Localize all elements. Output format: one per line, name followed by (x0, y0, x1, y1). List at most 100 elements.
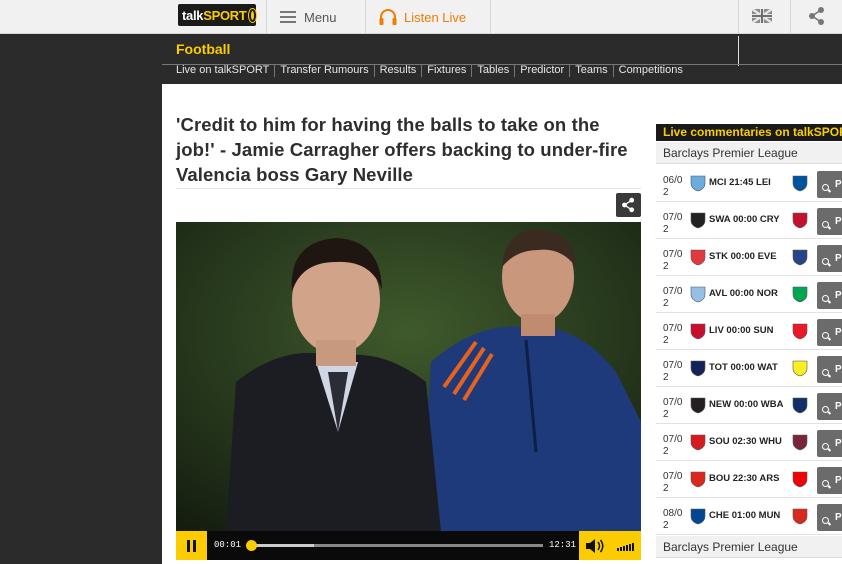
search-icon (822, 406, 829, 413)
away-crest-icon (792, 434, 808, 451)
search-icon (822, 258, 829, 265)
search-icon (822, 221, 829, 228)
home-crest-icon (690, 249, 706, 266)
divider (266, 0, 267, 34)
headline-divider (176, 188, 641, 189)
fixture-date: 07/0 2 (663, 323, 683, 346)
fixture-play-button[interactable]: P (817, 208, 842, 235)
volume-button[interactable] (579, 531, 610, 560)
fixture-play-button[interactable]: P (817, 356, 842, 383)
subnav-item-results[interactable]: Results (373, 64, 422, 77)
fixture-row[interactable]: 07/0 2 SOU 02:30 WHU P (656, 424, 842, 461)
share-icon[interactable] (808, 6, 826, 26)
menu-label: Menu (304, 9, 337, 25)
fixture-date: 07/0 2 (663, 360, 683, 383)
listen-live-button[interactable]: Listen Live (378, 0, 466, 34)
fixture-row[interactable]: 07/0 2 LIV 00:00 SUN P (656, 313, 842, 350)
fixture-text: LIV 00:00 SUN (709, 325, 773, 336)
league-header: Barclays Premier League (656, 536, 842, 558)
fixture-text: SOU 02:30 WHU (709, 436, 782, 447)
fixture-text: CHE 01:00 MUN (709, 510, 780, 521)
away-team: WHU (759, 436, 782, 447)
share-icon (622, 197, 635, 213)
home-team: SWA (709, 214, 731, 225)
fixture-row[interactable]: 07/0 2 AVL 00:00 NOR P (656, 276, 842, 313)
away-team: MUN (758, 510, 781, 521)
play-label: P (835, 364, 842, 375)
fixture-date: 07/0 2 (663, 286, 683, 309)
divider (738, 36, 739, 66)
subnav-item-transfer-rumours[interactable]: Transfer Rumours (274, 64, 373, 77)
play-label: P (835, 438, 842, 449)
home-crest-icon (690, 286, 706, 303)
search-icon (822, 369, 829, 376)
fixture-date: 07/0 2 (663, 249, 683, 272)
search-icon (822, 332, 829, 339)
fixture-play-button[interactable]: P (817, 245, 842, 272)
fixture-play-button[interactable]: P (817, 430, 842, 457)
fixture-row[interactable]: 07/0 2 TOT 00:00 WAT P (656, 350, 842, 387)
pause-icon (193, 539, 196, 552)
subnav-item-fixtures[interactable]: Fixtures (421, 64, 471, 77)
fixture-play-button[interactable]: P (817, 319, 842, 346)
seek-handle[interactable] (246, 540, 257, 551)
pause-button[interactable] (176, 531, 207, 560)
subnav-item-teams[interactable]: Teams (569, 64, 612, 77)
search-icon (822, 295, 829, 302)
fixture-text: BOU 22:30 ARS (709, 473, 779, 484)
talksport-logo[interactable]: talkSPORT (178, 4, 256, 26)
away-crest-icon (792, 471, 808, 488)
subnav-item-live[interactable]: Live on talkSPORT (176, 64, 274, 77)
pause-icon (187, 539, 190, 552)
subnav-item-predictor[interactable]: Predictor (514, 64, 569, 77)
video-frame (176, 222, 641, 532)
fixture-text: STK 00:00 EVE (709, 251, 777, 262)
fixture-play-button[interactable]: P (817, 467, 842, 494)
kickoff-time: 00:00 (730, 251, 755, 262)
home-team: TOT (709, 362, 728, 373)
fixture-play-button[interactable]: P (817, 393, 842, 420)
fixture-text: SWA 00:00 CRY (709, 214, 780, 225)
home-crest-icon (690, 175, 706, 192)
play-label: P (835, 253, 842, 264)
home-team: CHE (709, 510, 730, 521)
article-share-button[interactable] (616, 193, 641, 217)
subnav-item-competitions[interactable]: Competitions (612, 64, 688, 77)
logo-text: talkSPORT (182, 7, 247, 23)
fixture-row[interactable]: 06/0 2 MCI 21:45 LEI P (656, 165, 842, 202)
subnav-item-tables[interactable]: Tables (471, 64, 514, 77)
home-crest-icon (690, 434, 706, 451)
fixture-play-button[interactable]: P (817, 504, 842, 531)
divider (738, 0, 739, 34)
fixture-text: NEW 00:00 WBA (709, 399, 783, 410)
fixture-play-button[interactable]: P (817, 282, 842, 309)
play-label: P (835, 401, 842, 412)
home-crest-icon (690, 323, 706, 340)
hamburger-icon (280, 11, 296, 23)
current-time: 00:01 (214, 540, 242, 550)
section-title[interactable]: Football (176, 41, 230, 57)
video-player[interactable]: 00:01 12:31 (176, 222, 641, 560)
kickoff-time: 00:00 (732, 214, 758, 225)
search-icon (822, 517, 829, 524)
away-crest-icon (792, 323, 808, 340)
home-team: MCI (709, 177, 727, 188)
divider (365, 0, 366, 34)
seek-bar[interactable] (246, 540, 543, 551)
menu-button[interactable]: Menu (280, 0, 337, 34)
home-team: AVL (709, 288, 728, 299)
fixture-row[interactable]: 07/0 2 STK 00:00 EVE P (656, 239, 842, 276)
fixture-row[interactable]: 08/0 2 CHE 01:00 MUN P (656, 498, 842, 535)
fixture-row[interactable]: 07/0 2 BOU 22:30 ARS P (656, 461, 842, 498)
league-header: Barclays Premier League (656, 142, 842, 164)
uk-flag-icon[interactable] (752, 9, 772, 23)
home-team: NEW (709, 399, 732, 410)
fixture-row[interactable]: 07/0 2 SWA 00:00 CRY P (656, 202, 842, 239)
away-crest-icon (792, 175, 808, 192)
quality-button[interactable] (610, 531, 641, 560)
top-header: talkSPORT Menu Listen Live (0, 0, 842, 34)
kickoff-time: 22:30 (732, 473, 758, 484)
fixture-row[interactable]: 07/0 2 NEW 00:00 WBA P (656, 387, 842, 424)
fixture-play-button[interactable]: P (817, 171, 842, 198)
play-label: P (835, 216, 842, 227)
